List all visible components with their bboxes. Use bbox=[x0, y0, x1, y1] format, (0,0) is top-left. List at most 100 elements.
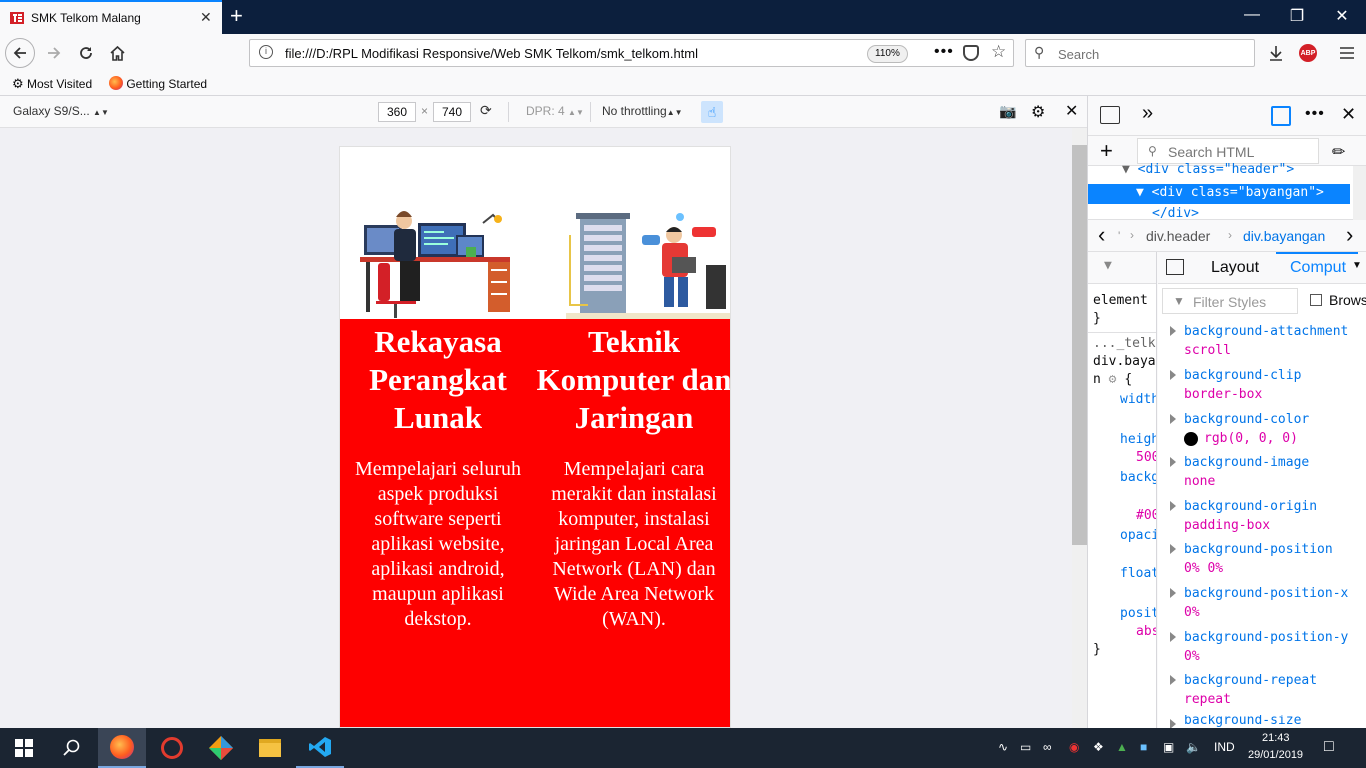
responsive-mode-icon[interactable] bbox=[1271, 106, 1291, 126]
more-tools-chevron-icon[interactable]: » bbox=[1142, 102, 1153, 125]
restore-icon[interactable]: ❐ bbox=[1282, 6, 1312, 26]
expand-icon[interactable] bbox=[1170, 370, 1176, 380]
expand-icon[interactable] bbox=[1170, 414, 1176, 424]
new-tab-button[interactable]: + bbox=[230, 4, 243, 28]
breadcrumb-prev-icon[interactable]: ‹ bbox=[1098, 222, 1105, 248]
downloads-button[interactable] bbox=[1262, 39, 1290, 67]
tree-node-close[interactable]: </div> bbox=[1152, 206, 1199, 221]
clock-time[interactable]: 21:43 bbox=[1262, 732, 1290, 744]
color-swatch[interactable] bbox=[1184, 432, 1198, 446]
rule-source[interactable]: ..._telkom bbox=[1093, 336, 1156, 351]
expand-icon[interactable] bbox=[1170, 501, 1176, 511]
decl[interactable]: opaci bbox=[1120, 528, 1156, 543]
device-selector[interactable]: Galaxy S9/S... ▲▼ bbox=[13, 104, 109, 118]
bookmark-star-icon[interactable]: ☆ bbox=[991, 42, 1006, 62]
page-actions-icon[interactable]: ••• bbox=[934, 43, 954, 61]
breadcrumb-div-header[interactable]: div.header bbox=[1146, 228, 1210, 244]
adblock-button[interactable]: ABP bbox=[1294, 39, 1322, 67]
taskbar-app-kite[interactable] bbox=[197, 728, 245, 768]
network-icon[interactable]: ∿ bbox=[998, 740, 1008, 754]
element-picker-icon[interactable] bbox=[1100, 106, 1120, 124]
tree-node-header[interactable]: ▼ <div class="header"> bbox=[1122, 162, 1294, 177]
dpr-selector[interactable]: DPR: 4 ▲▼ bbox=[526, 104, 584, 118]
search-bar[interactable]: ⚲ Search bbox=[1025, 39, 1255, 67]
expand-icon[interactable] bbox=[1170, 675, 1176, 685]
taskbar-app-garena[interactable] bbox=[148, 728, 196, 768]
browser-tab[interactable]: SMK Telkom Malang ✕ bbox=[0, 0, 222, 34]
computed-item[interactable]: background-position-y 0% bbox=[1158, 628, 1366, 672]
eyedropper-icon[interactable]: ✏ bbox=[1332, 142, 1345, 162]
scrollbar-thumb[interactable] bbox=[1072, 145, 1087, 545]
link-icon[interactable]: ∞ bbox=[1043, 740, 1052, 754]
url-bar[interactable]: i file:///D:/RPL Modifikasi Responsive/W… bbox=[249, 39, 1014, 67]
pocket-icon[interactable] bbox=[963, 45, 979, 61]
add-node-icon[interactable]: + bbox=[1100, 138, 1113, 164]
viewport-scrollbar[interactable] bbox=[1072, 128, 1087, 728]
settings-icon[interactable]: ⚙ bbox=[1031, 102, 1045, 122]
tree-scrollbar[interactable] bbox=[1353, 166, 1366, 220]
search-html-input[interactable]: ⚲ Search HTML bbox=[1137, 138, 1319, 164]
battery-icon[interactable]: ▭ bbox=[1020, 740, 1031, 754]
clock-date[interactable]: 29/01/2019 bbox=[1248, 749, 1303, 761]
close-window-icon[interactable]: ✕ bbox=[1327, 6, 1357, 26]
breadcrumb-next-icon[interactable]: › bbox=[1346, 222, 1353, 248]
language-indicator[interactable]: IND bbox=[1214, 740, 1235, 754]
rotate-icon[interactable]: ⟳ bbox=[480, 102, 492, 119]
toggle-sidebar-icon[interactable] bbox=[1166, 259, 1184, 275]
tabs-dropdown-icon[interactable]: ▼ bbox=[1352, 260, 1362, 271]
decl-value[interactable]: abs bbox=[1136, 624, 1156, 639]
rules-filter[interactable]: ▼ bbox=[1088, 252, 1156, 284]
expand-icon[interactable] bbox=[1170, 588, 1176, 598]
forward-button[interactable] bbox=[40, 39, 68, 67]
site-info-icon[interactable]: i bbox=[259, 45, 273, 59]
computed-item[interactable]: background-position 0% 0% bbox=[1158, 540, 1366, 584]
expand-icon[interactable] bbox=[1170, 326, 1176, 336]
screenshot-icon[interactable]: 📷 bbox=[999, 103, 1016, 120]
tray-windows-icon[interactable]: ❖ bbox=[1093, 740, 1104, 754]
volume-icon[interactable]: 🔈 bbox=[1186, 740, 1201, 754]
back-button[interactable] bbox=[5, 38, 35, 68]
computed-item[interactable]: background-size bbox=[1158, 715, 1366, 728]
decl-value[interactable]: 500 bbox=[1136, 450, 1156, 465]
expand-icon[interactable] bbox=[1170, 544, 1176, 554]
decl[interactable]: float bbox=[1120, 566, 1156, 581]
tab-layout[interactable]: Layout bbox=[1211, 259, 1259, 277]
tab-computed[interactable]: Comput bbox=[1276, 252, 1358, 284]
decl[interactable]: width bbox=[1120, 392, 1156, 407]
zoom-indicator[interactable]: 110% bbox=[867, 45, 908, 63]
computed-item[interactable]: background-color rgb(0, 0, 0) bbox=[1158, 410, 1366, 454]
start-button[interactable] bbox=[0, 728, 48, 768]
tray-display-icon[interactable]: ▣ bbox=[1163, 740, 1174, 754]
tray-app-icon[interactable]: ◉ bbox=[1069, 740, 1079, 754]
tree-node-bayangan-selected[interactable]: ▼ <div class="bayangan"> bbox=[1088, 184, 1350, 204]
reload-button[interactable] bbox=[72, 39, 100, 67]
decl[interactable]: heigh bbox=[1120, 432, 1156, 447]
computed-item[interactable]: background-clip border-box bbox=[1158, 366, 1366, 410]
devtools-options-icon[interactable]: ••• bbox=[1305, 105, 1325, 123]
computed-item[interactable]: background-attachment scroll bbox=[1158, 322, 1366, 366]
computed-item[interactable]: background-position-x 0% bbox=[1158, 584, 1366, 628]
action-center-icon[interactable]: □ bbox=[1324, 738, 1334, 756]
filter-styles-input[interactable]: ▼ Filter Styles bbox=[1162, 288, 1298, 314]
tray-drive-icon[interactable]: ▲ bbox=[1116, 740, 1128, 754]
computed-item[interactable]: background-repeat repeat bbox=[1158, 671, 1366, 715]
bookmark-most-visited[interactable]: ⚙ Most Visited bbox=[12, 76, 92, 92]
tab-close-icon[interactable]: ✕ bbox=[200, 9, 212, 26]
taskbar-firefox[interactable] bbox=[98, 728, 146, 768]
touch-simulation-icon[interactable]: ☝ bbox=[701, 101, 723, 123]
throttling-selector[interactable]: No throttling▲▼ bbox=[602, 104, 683, 118]
viewport-height-input[interactable]: 740 bbox=[433, 102, 471, 122]
tray-app-icon[interactable]: ■ bbox=[1140, 740, 1147, 754]
expand-icon[interactable] bbox=[1170, 719, 1176, 728]
breadcrumb-div-bayangan[interactable]: div.bayangan bbox=[1243, 228, 1325, 244]
search-button[interactable] bbox=[48, 728, 96, 768]
taskbar-file-explorer[interactable] bbox=[246, 728, 294, 768]
expand-icon[interactable] bbox=[1170, 632, 1176, 642]
browser-styles-checkbox[interactable] bbox=[1310, 294, 1322, 306]
taskbar-vscode[interactable] bbox=[296, 728, 344, 768]
computed-item[interactable]: background-image none bbox=[1158, 453, 1366, 497]
menu-button[interactable] bbox=[1333, 39, 1361, 67]
home-button[interactable] bbox=[103, 39, 131, 67]
decl[interactable]: posit bbox=[1120, 606, 1156, 621]
url-text[interactable]: file:///D:/RPL Modifikasi Responsive/Web… bbox=[285, 46, 698, 61]
